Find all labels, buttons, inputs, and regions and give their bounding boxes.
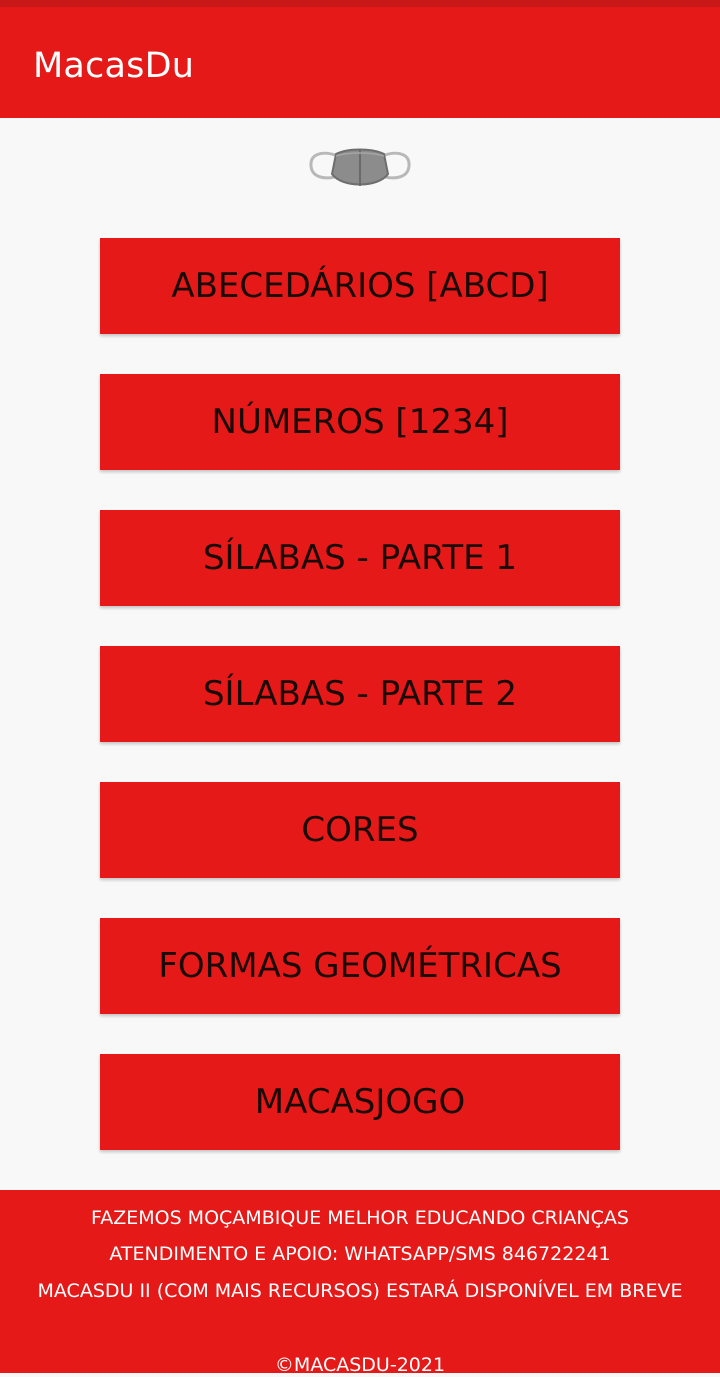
footer-support-contact: ATENDIMENTO E APOIO: WHATSAPP/SMS 846722… [109, 1243, 611, 1265]
face-mask-icon [308, 144, 412, 196]
footer: FAZEMOS MOÇAMBIQUE MELHOR EDUCANDO CRIAN… [0, 1190, 720, 1376]
numbers-button[interactable]: NÚMEROS [1234] [100, 374, 620, 470]
geometric-shapes-button[interactable]: FORMAS GEOMÉTRICAS [100, 918, 620, 1014]
app-bar: MacasDu [0, 7, 720, 118]
footer-copyright: ©MACASDU-2021 [274, 1354, 446, 1376]
footer-announcement: MACASDU II (COM MAIS RECURSOS) ESTARÁ DI… [37, 1280, 683, 1302]
footer-slogan: FAZEMOS MOÇAMBIQUE MELHOR EDUCANDO CRIAN… [91, 1207, 629, 1229]
macasjogo-button[interactable]: MACASJOGO [100, 1054, 620, 1150]
colors-button[interactable]: CORES [100, 782, 620, 878]
syllables-part1-button[interactable]: SÍLABAS - PARTE 1 [100, 510, 620, 606]
alphabets-button[interactable]: ABECEDÁRIOS [ABCD] [100, 238, 620, 334]
status-bar-strip [0, 0, 720, 7]
app-title: MacasDu [33, 46, 195, 86]
syllables-part2-button[interactable]: SÍLABAS - PARTE 2 [100, 646, 620, 742]
